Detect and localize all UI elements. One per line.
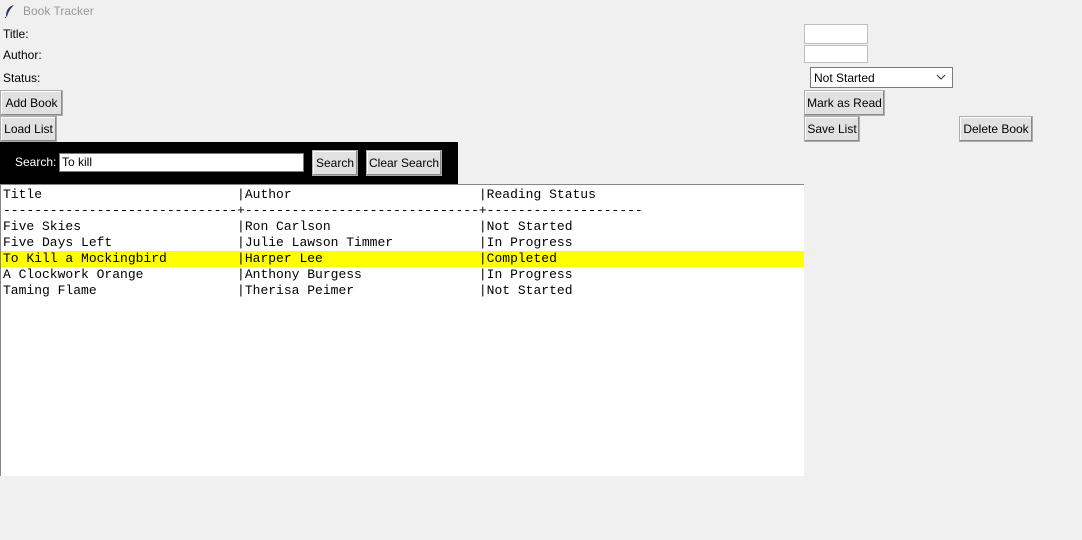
search-button[interactable]: Search — [312, 150, 358, 176]
mark-as-read-button[interactable]: Mark as Read — [804, 90, 885, 116]
author-field[interactable] — [804, 45, 868, 63]
status-select-value: Not Started — [814, 70, 875, 85]
list-item[interactable]: Taming Flame |Therisa Peimer |Not Starte… — [3, 283, 573, 299]
window-title: Book Tracker — [23, 4, 94, 18]
list-item-highlighted[interactable]: To Kill a Mockingbird |Harper Lee |Compl… — [1, 251, 804, 267]
search-label: Search: — [15, 155, 57, 169]
add-book-button[interactable]: Add Book — [0, 90, 63, 116]
chevron-down-icon — [936, 74, 946, 80]
book-list[interactable]: Title |Author |Reading Status ----------… — [0, 184, 804, 476]
list-item[interactable]: Five Skies |Ron Carlson |Not Started — [3, 219, 573, 235]
save-list-button[interactable]: Save List — [804, 116, 860, 142]
clear-search-button[interactable]: Clear Search — [366, 150, 442, 176]
author-label: Author: — [3, 48, 42, 62]
search-input[interactable]: To kill — [59, 153, 304, 172]
load-list-button[interactable]: Load List — [0, 116, 57, 142]
feather-icon — [4, 5, 14, 18]
title-label: Title: — [3, 27, 29, 41]
list-header: Title |Author |Reading Status — [3, 187, 596, 202]
status-select[interactable]: Not Started — [810, 67, 953, 88]
title-bar — [0, 0, 1082, 22]
delete-book-button[interactable]: Delete Book — [959, 116, 1033, 142]
list-separator: ------------------------------+---------… — [3, 203, 643, 218]
status-label: Status: — [3, 71, 41, 85]
list-item[interactable]: A Clockwork Orange |Anthony Burgess |In … — [3, 267, 573, 283]
list-item[interactable]: Five Days Left |Julie Lawson Timmer |In … — [3, 235, 573, 251]
title-field[interactable] — [804, 24, 868, 44]
